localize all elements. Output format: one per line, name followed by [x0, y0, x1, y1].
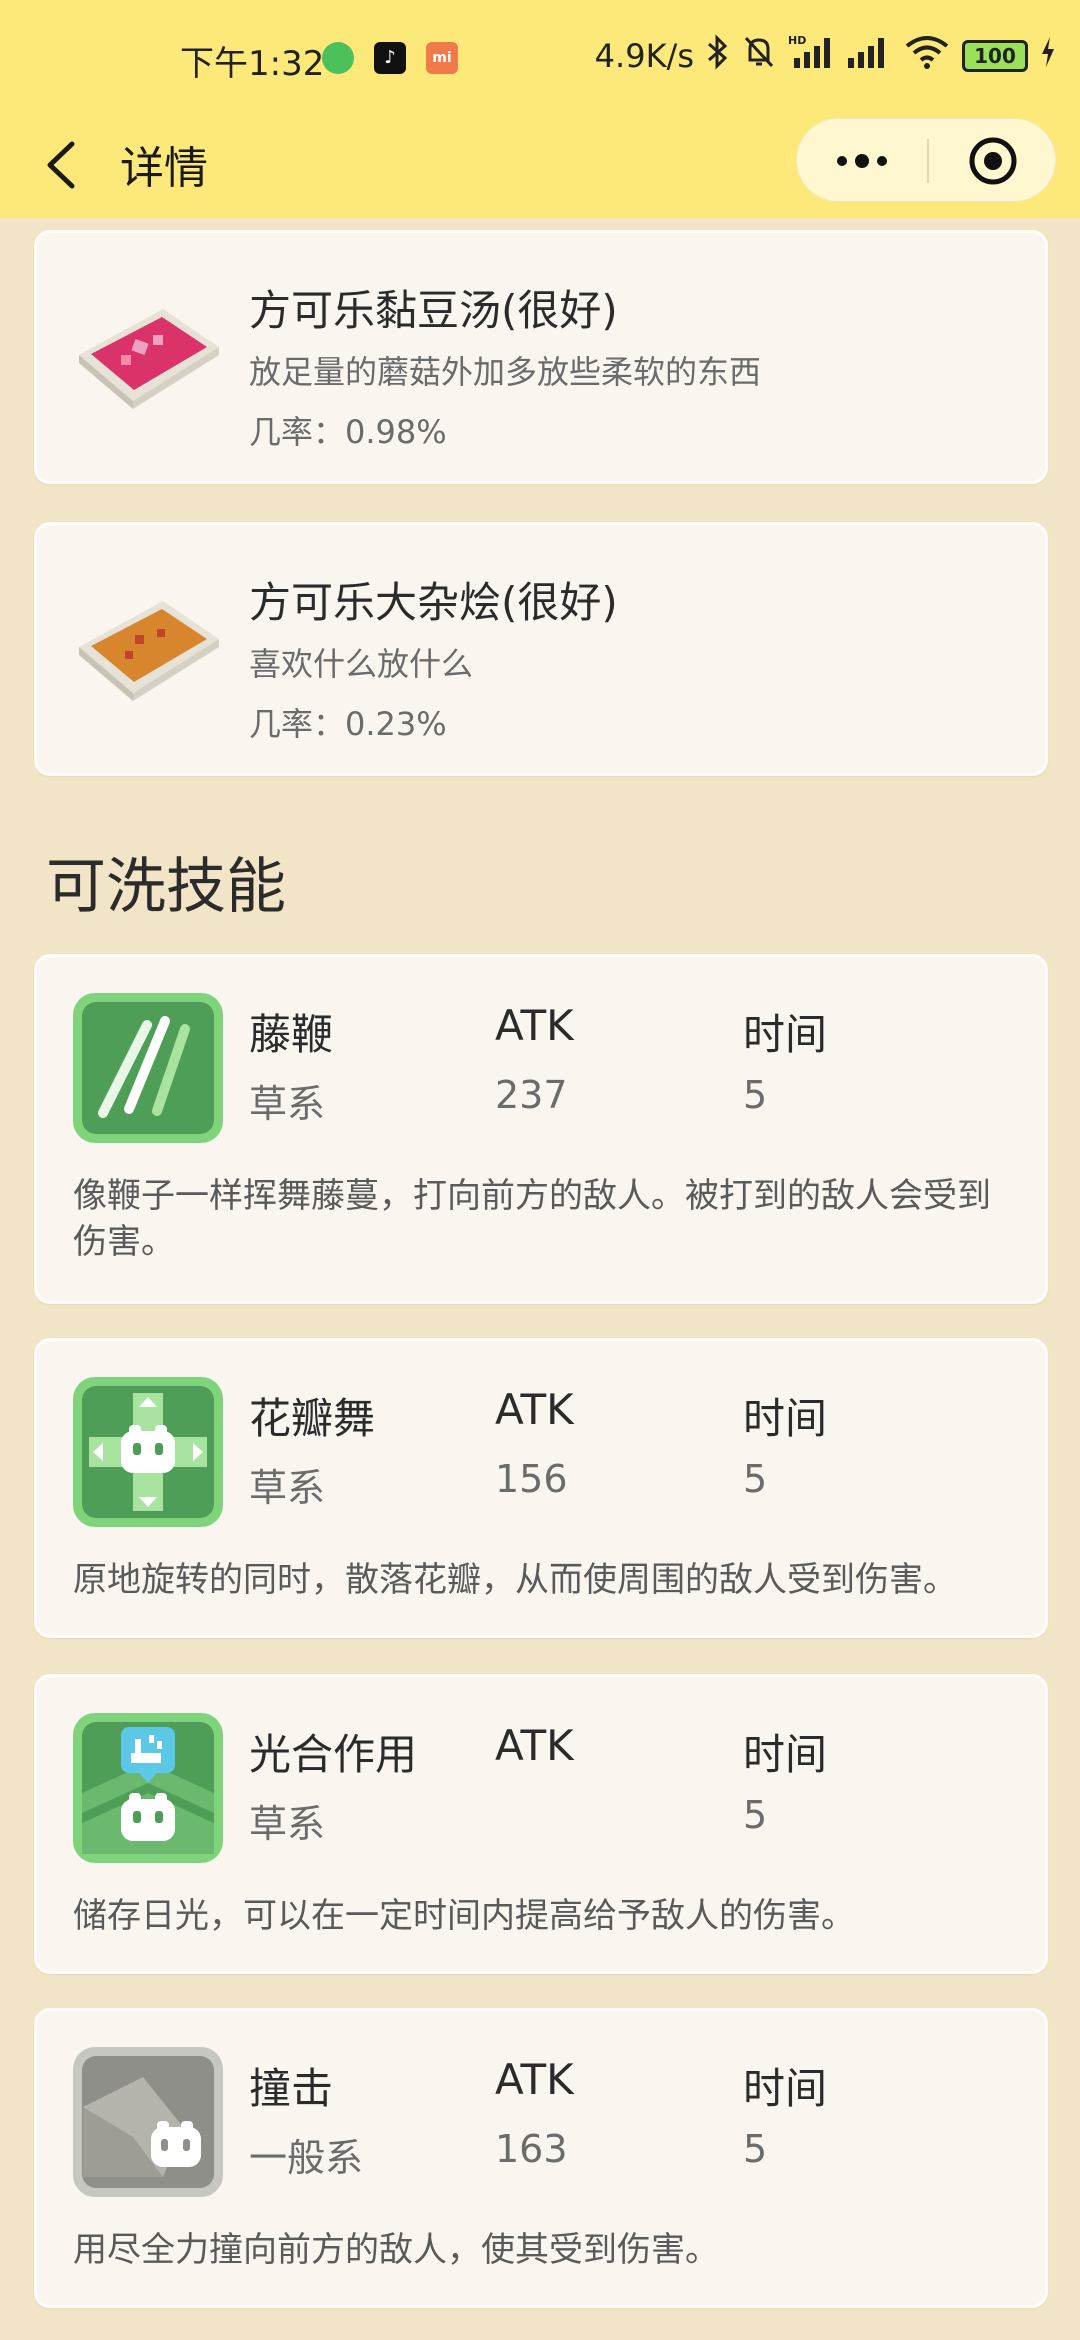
skill-name: 花瓣舞	[249, 1394, 376, 1443]
petal-dance-icon	[73, 1377, 223, 1527]
status-right: 4.9K/s HD 100	[595, 34, 1056, 78]
skill-card: 光合作用 草系 ATK 时间 5 储存日光，可以在一定时间内提高给予敌人的伤害。	[34, 1674, 1048, 1974]
skill-name: 藤鞭	[249, 1010, 334, 1059]
skill-card: 藤鞭 草系 ATK 237 时间 5 像鞭子一样挥舞藤蔓，打向前方的敌人。被打到…	[34, 954, 1048, 1304]
skill-type: 草系	[249, 1082, 326, 1126]
svg-text:HD: HD	[788, 34, 806, 47]
status-time: 下午1:32	[180, 44, 325, 84]
bluetooth-icon	[706, 34, 730, 78]
signal-icon	[846, 34, 892, 78]
food-desc: 喜欢什么放什么	[249, 645, 474, 683]
wifi-icon	[904, 34, 950, 78]
atk-label: ATK	[495, 1385, 574, 1434]
time-label: 时间	[743, 1730, 828, 1779]
net-speed: 4.9K/s	[594, 37, 694, 75]
skill-desc: 原地旋转的同时，散落花瓣，从而使周围的敌人受到伤害。	[73, 1560, 957, 1600]
skill-type: 草系	[249, 1466, 326, 1510]
time-label: 时间	[743, 1010, 828, 1059]
atk-label: ATK	[495, 2055, 574, 2104]
food-name: 方可乐黏豆汤(很好)	[249, 286, 618, 335]
mute-bell-icon	[742, 34, 776, 78]
time-value: 5	[743, 1073, 768, 1117]
wechat-icon	[322, 42, 354, 74]
skill-desc: 用尽全力撞向前方的敌人，使其受到伤害。	[73, 2230, 719, 2270]
battery-icon: 100	[962, 40, 1028, 72]
chevron-left-icon	[47, 141, 75, 189]
food-desc: 放足量的蘑菇外加多放些柔软的东西	[249, 353, 762, 391]
photosynthesis-icon	[73, 1713, 223, 1863]
skill-desc: 储存日光，可以在一定时间内提高给予敌人的伤害。	[73, 1896, 855, 1936]
atk-label: ATK	[495, 1721, 574, 1770]
time-label: 时间	[743, 1394, 828, 1443]
header: 下午1:32 ♪ mi 4.9K/s HD 100 详情	[0, 0, 1080, 218]
atk-value: 163	[495, 2127, 568, 2171]
skill-desc: 像鞭子一样挥舞藤蔓，打向前方的敌人。被打到的敌人会受到伤害。	[73, 1176, 991, 1262]
food-card: 方可乐黏豆汤(很好) 放足量的蘑菇外加多放些柔软的东西 几率：0.98%	[34, 230, 1048, 484]
time-value: 5	[743, 1457, 768, 1501]
skill-type: 一般系	[249, 2136, 364, 2180]
atk-value: 237	[495, 1073, 568, 1117]
food-rate: 几率：0.23%	[249, 705, 447, 743]
charging-icon	[1040, 37, 1056, 75]
skill-card: 花瓣舞 草系 ATK 156 时间 5 原地旋转的同时，散落花瓣，从而使周围的敌…	[34, 1338, 1048, 1638]
food-tray-orange-icon	[79, 601, 219, 701]
more-dots-icon	[837, 154, 887, 168]
skill-type: 草系	[249, 1802, 326, 1846]
more-button[interactable]	[797, 119, 927, 203]
vine-whip-icon	[73, 993, 223, 1143]
detail-content[interactable]: 方可乐黏豆汤(很好) 放足量的蘑菇外加多放些柔软的东西 几率：0.98% 方可乐…	[0, 218, 1080, 2340]
food-tray-red-icon	[79, 309, 219, 409]
skill-card: 撞击 一般系 ATK 163 时间 5 用尽全力撞向前方的敌人，使其受到伤害。	[34, 2008, 1048, 2308]
time-value: 5	[743, 2127, 768, 2171]
food-name: 方可乐大杂烩(很好)	[249, 578, 618, 627]
food-rate: 几率：0.98%	[249, 413, 447, 451]
time-value: 5	[743, 1793, 768, 1837]
mini-program-capsule	[796, 118, 1056, 202]
tiktok-icon: ♪	[374, 42, 406, 74]
signal-hd-icon: HD	[788, 34, 834, 78]
section-title: 可洗技能	[46, 852, 286, 922]
food-card: 方可乐大杂烩(很好) 喜欢什么放什么 几率：0.23%	[34, 522, 1048, 776]
nav-bar: 详情	[0, 118, 1080, 218]
status-bar: 下午1:32 ♪ mi 4.9K/s HD 100	[0, 0, 1080, 118]
target-close-icon	[969, 137, 1017, 185]
mi-icon: mi	[426, 42, 458, 74]
atk-value: 156	[495, 1457, 568, 1501]
close-mini-program-button[interactable]	[929, 119, 1057, 203]
time-label: 时间	[743, 2064, 828, 2113]
skill-name: 撞击	[249, 2064, 334, 2113]
atk-label: ATK	[495, 1001, 574, 1050]
page-title: 详情	[120, 143, 208, 194]
skill-name: 光合作用	[249, 1730, 418, 1779]
back-button[interactable]	[36, 130, 96, 200]
tackle-icon	[73, 2047, 223, 2197]
